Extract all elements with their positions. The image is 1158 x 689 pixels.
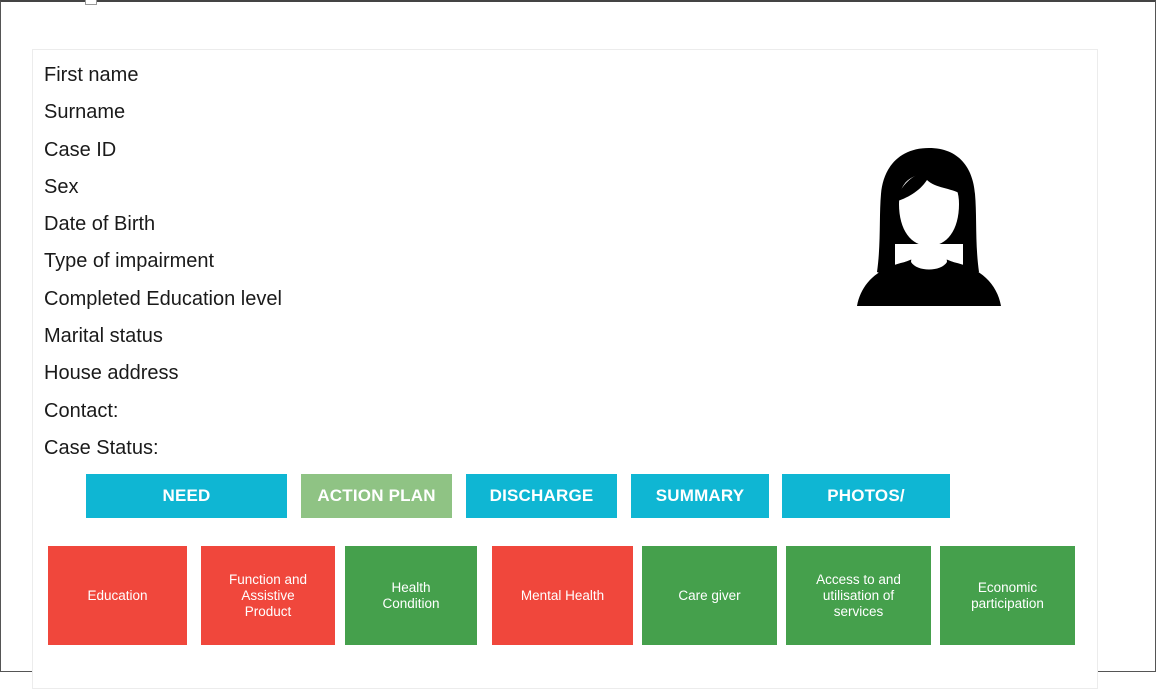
domain-tile-education[interactable]: Education [48,546,187,645]
domain-tile-health-condition[interactable]: Health Condition [345,546,477,645]
tab-photos[interactable]: PHOTOS/ [782,474,950,518]
domain-tile-access-utilisation-services[interactable]: Access to and utilisation of services [786,546,931,645]
female-user-icon [855,144,1003,308]
domain-tile-economic-participation[interactable]: Economic participation [940,546,1075,645]
field-contact: Contact: [44,399,119,422]
domain-tile-mental-health[interactable]: Mental Health [492,546,633,645]
field-case-id: Case ID [44,138,117,161]
domain-tile-function-assistive-product[interactable]: Function and Assistive Product [201,546,335,645]
domain-tile-care-giver[interactable]: Care giver [642,546,777,645]
field-house-address: House address [44,362,179,385]
field-first-name: First name [44,64,139,86]
tab-need[interactable]: NEED [86,474,287,518]
tab-action-plan[interactable]: ACTION PLAN [301,474,452,518]
field-case-status: Case Status: [44,436,159,459]
field-type-of-impairment: Type of impairment [44,250,215,273]
tab-summary[interactable]: SUMMARY [631,474,769,518]
field-education-level: Completed Education level [44,287,282,310]
field-sex: Sex [44,175,79,198]
field-date-of-birth: Date of Birth [44,213,156,236]
profile-field-list: First name Surname Case ID Sex Date of B… [44,60,282,470]
tab-discharge[interactable]: DISCHARGE [466,474,617,518]
field-marital-status: Marital status [44,325,163,348]
field-surname: Surname [44,101,126,124]
top-edge-marker [85,0,97,5]
